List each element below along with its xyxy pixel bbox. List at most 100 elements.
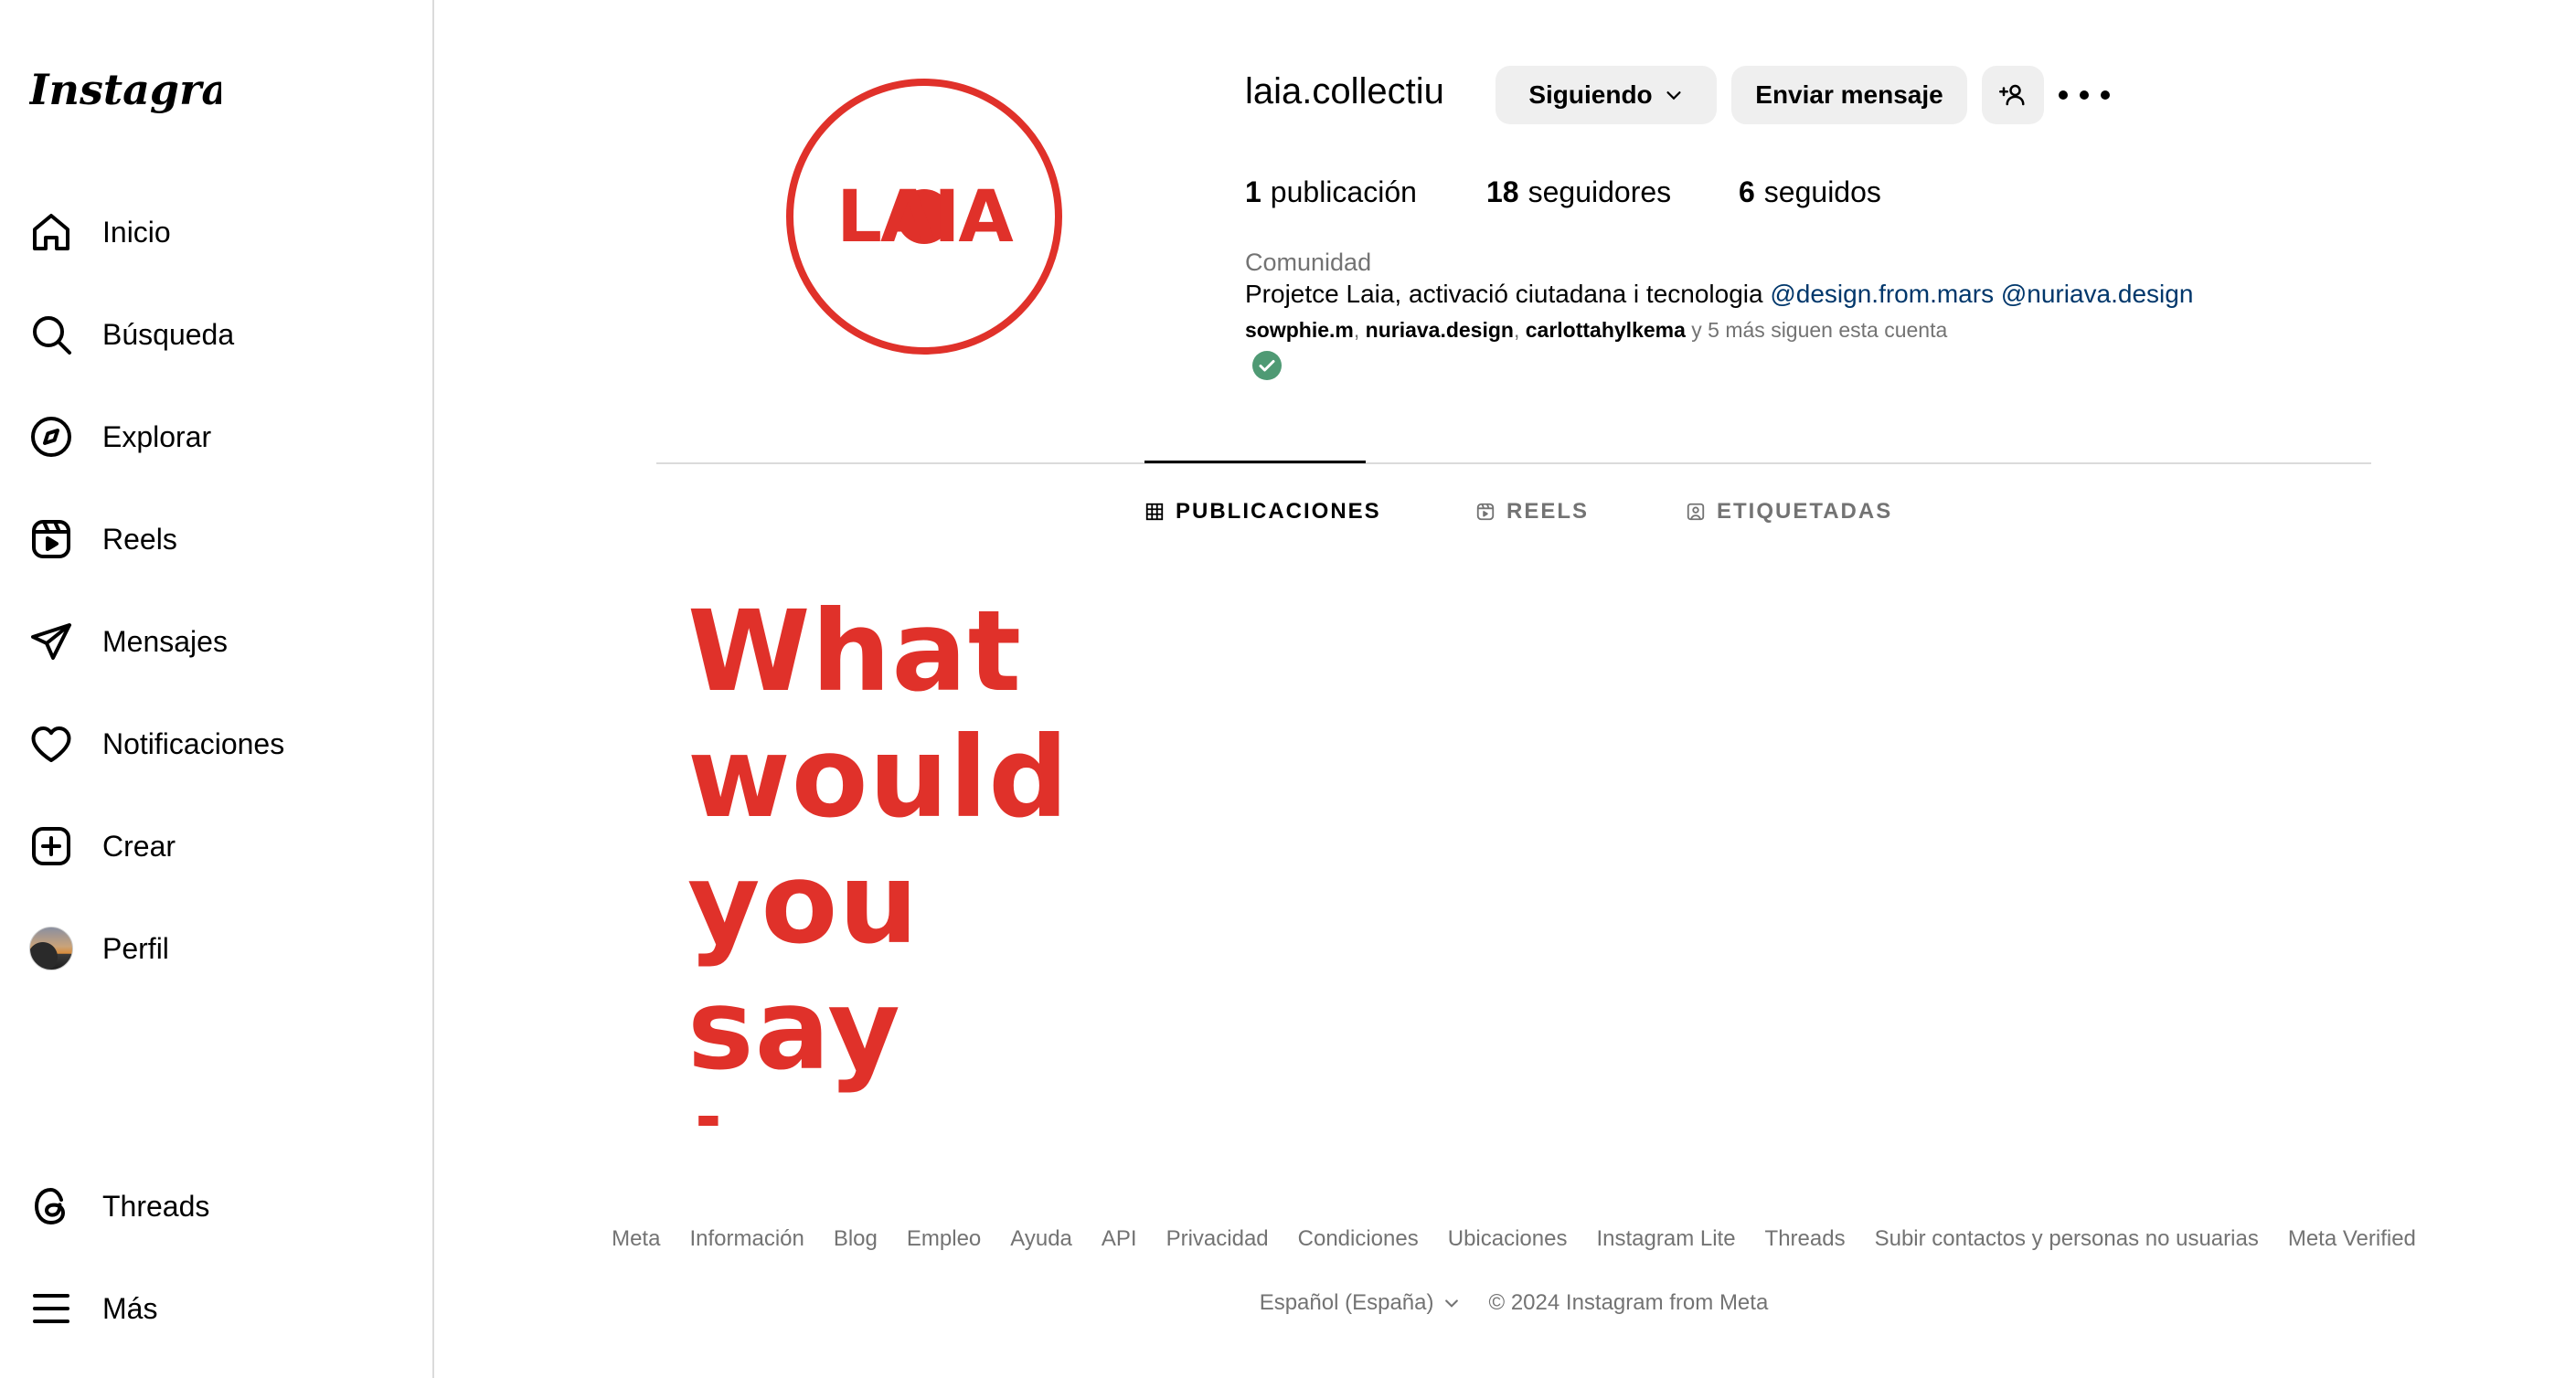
sidebar-item-explorar[interactable]: Explorar [15, 393, 399, 481]
avatar-wrapper [15, 905, 88, 992]
sidebar-item-busqueda[interactable]: Búsqueda [15, 291, 399, 378]
sidebar-item-label: Explorar [102, 419, 212, 453]
tab-label: REELS [1506, 499, 1590, 524]
followed-by-suffix: y 5 más siguen esta cuenta [1691, 318, 1948, 342]
home-icon [15, 188, 88, 276]
following-link[interactable]: 6 seguidos [1739, 175, 1881, 209]
following-button-label: Siguiendo [1528, 80, 1653, 109]
sidebar-item-mas[interactable]: Más [15, 1265, 399, 1352]
footer-link[interactable]: Empleo [907, 1226, 981, 1252]
tab-etiquetadas[interactable]: ETIQUETADAS [1686, 499, 1892, 525]
following-count-value: 6 [1739, 175, 1755, 208]
footer-bottom: Español (España) © 2024 Instagram from M… [622, 1290, 2406, 1316]
svg-text:Instagram: Instagram [29, 65, 221, 114]
posts-count-label: publicación [1270, 175, 1417, 208]
tab-publicaciones[interactable]: PUBLICACIONES [1144, 499, 1381, 525]
paper-plane-icon [15, 598, 88, 685]
tagged-icon [1687, 503, 1705, 521]
sidebar-item-label: Notificaciones [102, 726, 285, 760]
plus-square-icon [15, 802, 88, 890]
tabs-divider [656, 462, 2371, 464]
sidebar-item-mensajes[interactable]: Mensajes [15, 598, 399, 685]
followed-by-user: carlottahylkema [1525, 318, 1686, 342]
sidebar-item-crear[interactable]: Crear [15, 802, 399, 890]
menu-icon [15, 1265, 88, 1352]
footer-link[interactable]: Instagram Lite [1596, 1226, 1735, 1252]
post-text-line: What [687, 587, 1023, 716]
followers-link[interactable]: 18 seguidores [1486, 175, 1671, 209]
add-user-icon [1999, 84, 2025, 106]
tab-label: PUBLICACIONES [1176, 499, 1381, 524]
sidebar-item-label: Perfil [102, 931, 169, 965]
sidebar-item-reels[interactable]: Reels [15, 495, 399, 583]
instagram-logo[interactable]: Instagram [27, 57, 273, 130]
posts-count: 1 publicación [1245, 175, 1417, 209]
add-user-button[interactable] [1982, 66, 2044, 124]
following-button[interactable]: Siguiendo [1496, 66, 1717, 124]
sidebar-item-label: Threads [102, 1189, 210, 1223]
followed-by[interactable]: sowphie.m, nuriava.design, carlottahylke… [1245, 318, 1947, 343]
posts-count-value: 1 [1245, 175, 1261, 208]
active-tab-indicator [1144, 461, 1366, 463]
language-label: Español (España) [1259, 1290, 1434, 1315]
tab-reels[interactable]: REELS [1475, 499, 1589, 525]
footer-link[interactable]: Ubicaciones [1448, 1226, 1568, 1252]
footer-link[interactable]: Privacidad [1166, 1226, 1269, 1252]
sidebar-item-label: Mensajes [102, 624, 228, 658]
compass-icon [15, 393, 88, 481]
followed-by-user: nuriava.design [1365, 318, 1514, 342]
post-text-line: would [687, 713, 1070, 843]
threads-icon [15, 1162, 88, 1250]
sidebar-item-threads[interactable]: Threads [15, 1162, 399, 1250]
reels-icon [15, 495, 88, 583]
tab-label: ETIQUETADAS [1717, 499, 1893, 524]
chevron-down-icon [1666, 91, 1681, 101]
heart-icon [15, 700, 88, 788]
language-selector[interactable]: Español (España) [1260, 1290, 1462, 1316]
profile-username: laia.collectiu [1245, 71, 1444, 111]
footer-link[interactable]: Meta Verified [2288, 1226, 2416, 1252]
footer-link[interactable]: Ayuda [1010, 1226, 1072, 1252]
profile-avatar[interactable]: LAIA [784, 77, 1064, 356]
post-image-text: What would you say to your [687, 588, 1163, 1126]
search-icon [15, 291, 88, 378]
sidebar-item-label: Búsqueda [102, 317, 235, 351]
post-text-line: you say [687, 839, 920, 1095]
footer-link[interactable]: API [1102, 1226, 1137, 1252]
post-thumbnail[interactable]: What would you say to your [656, 567, 1166, 1126]
sidebar-item-inicio[interactable]: Inicio [15, 188, 399, 276]
sidebar-item-perfil[interactable]: Perfil [15, 905, 399, 992]
reels-small-icon [1476, 503, 1495, 521]
post-text-line: to your [687, 1093, 1163, 1126]
followers-label: seguidores [1528, 175, 1672, 208]
followed-by-user: sowphie.m [1245, 318, 1354, 342]
following-label: seguidos [1763, 175, 1881, 208]
bio-mention-link[interactable]: @nuriava.design [2001, 280, 2194, 308]
footer-link[interactable]: Blog [834, 1226, 878, 1252]
footer-link[interactable]: Subir contactos y personas no usuarias [1875, 1226, 2259, 1252]
profile-category: Comunidad [1245, 249, 1372, 276]
profile-bio: Projetce Laia, activació ciutadana i tec… [1245, 280, 2193, 309]
avatar [29, 927, 73, 970]
footer-link[interactable]: Meta [612, 1226, 660, 1252]
chevron-down-icon [1445, 1299, 1459, 1308]
bio-text: Projetce Laia, activació ciutadana i tec… [1245, 280, 1763, 308]
instagram-page: Instagram Inicio Búsqueda Explorar [0, 0, 2576, 1378]
bio-mention-link[interactable]: @design.from.mars [1770, 280, 1994, 308]
sidebar-item-label: Inicio [102, 215, 171, 249]
footer-link[interactable]: Información [689, 1226, 804, 1252]
footer-link[interactable]: Condiciones [1298, 1226, 1419, 1252]
more-options-icon[interactable] [2059, 77, 2110, 113]
sidebar-item-label: Reels [102, 522, 177, 556]
followers-count-value: 18 [1486, 175, 1519, 208]
footer-link[interactable]: Threads [1765, 1226, 1846, 1252]
grid-icon [1145, 503, 1164, 521]
sidebar: Instagram Inicio Búsqueda Explorar [0, 0, 434, 1378]
profile-avatar-text: LAIA [836, 176, 1013, 259]
sidebar-item-notificaciones[interactable]: Notificaciones [15, 700, 399, 788]
copyright: © 2024 Instagram from Meta [1488, 1290, 1769, 1315]
send-message-button[interactable]: Enviar mensaje [1731, 66, 1967, 124]
sidebar-item-label: Crear [102, 829, 176, 863]
footer-links: Meta Información Blog Empleo Ayuda API P… [612, 1226, 2416, 1252]
sidebar-item-label: Más [102, 1291, 158, 1325]
